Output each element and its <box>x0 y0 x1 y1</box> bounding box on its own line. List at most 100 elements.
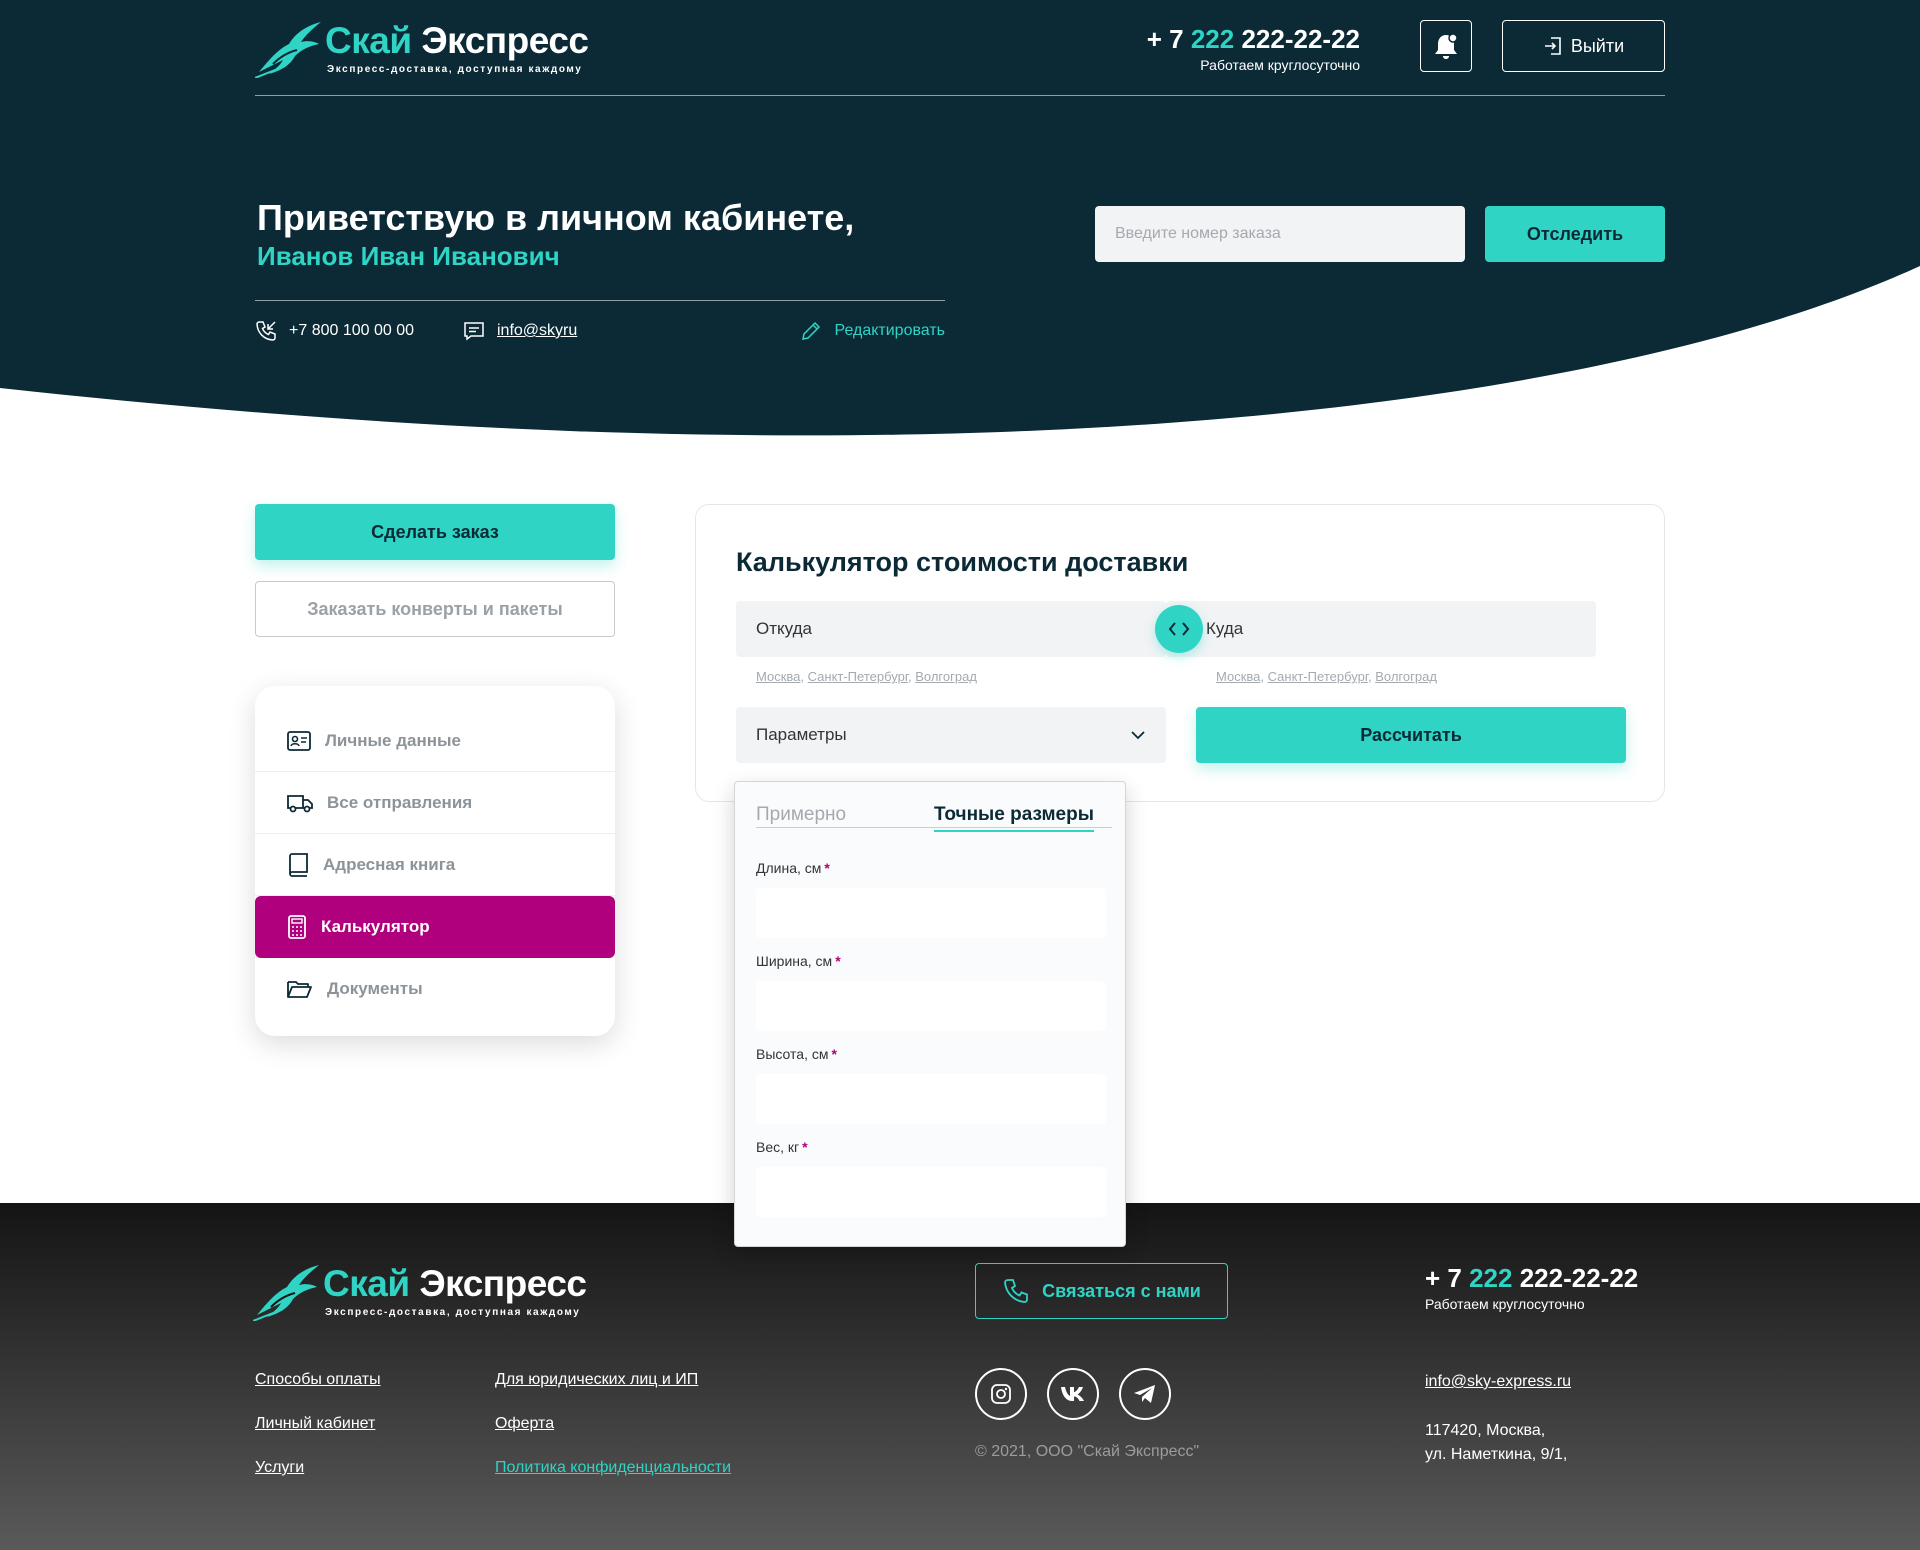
footer-link-privacy[interactable]: Политика конфиденциальности <box>495 1459 731 1477</box>
footer-link-services[interactable]: Услуги <box>255 1459 304 1477</box>
width-label: Ширина, см * <box>756 953 841 969</box>
header-phone[interactable]: + 7 222 222-22-22 Работаем круглосуточно <box>1147 24 1360 73</box>
phone-number: 222-22-22 <box>1512 1263 1639 1293</box>
folder-icon <box>287 981 312 998</box>
address-line-1: 117420, Москва, <box>1425 1422 1546 1439</box>
chevron-down-icon <box>1131 731 1145 740</box>
menu-item-label: Документы <box>327 979 423 998</box>
copyright: © 2021, ООО "Скай Экспресс" <box>975 1443 1200 1460</box>
menu-item-shipments[interactable]: Все отправления <box>255 772 615 834</box>
from-field[interactable]: Откуда <box>736 601 1166 657</box>
parameters-label: Параметры <box>756 725 847 744</box>
notifications-button[interactable] <box>1420 20 1472 72</box>
track-button[interactable]: Отследить <box>1485 206 1665 262</box>
logout-button[interactable]: Выйти <box>1502 20 1665 72</box>
phone-note: Работаем круглосуточно <box>1425 1296 1585 1312</box>
footer-link-payment[interactable]: Способы оплаты <box>255 1371 381 1389</box>
user-name: Иванов Иван Иванович <box>257 241 560 271</box>
city-hint-link[interactable]: Волгоград <box>1375 669 1437 684</box>
contact-us-label: Связаться с нами <box>1042 1280 1201 1301</box>
address-line-2: ул. Наметкина, 9/1, <box>1425 1446 1568 1463</box>
to-field[interactable]: Куда <box>1166 601 1596 657</box>
logout-label: Выйти <box>1570 35 1625 56</box>
pencil-icon <box>802 321 821 340</box>
size-tabs: Примерно Точные размеры <box>756 804 1112 832</box>
footer-link-account[interactable]: Личный кабинет <box>255 1415 375 1433</box>
phone-code: 222 <box>1190 24 1235 54</box>
tab-approximate[interactable]: Примерно <box>756 804 846 826</box>
instagram-link[interactable] <box>975 1368 1027 1420</box>
logo-name-part1: Скай <box>325 20 412 61</box>
phone-prefix: + 7 <box>1146 24 1191 54</box>
footer-phone[interactable]: + 7 222 222-22-22 Работаем круглосуточно <box>1425 1263 1638 1312</box>
phone-incoming-icon <box>256 321 276 341</box>
tab-exact-sizes[interactable]: Точные размеры <box>934 804 1094 832</box>
telegram-link[interactable] <box>1119 1368 1171 1420</box>
to-city-hints: Москва, Санкт-Петербург, Волгоград <box>1216 669 1437 684</box>
header-logo[interactable]: Скай Экспресс Экспресс-доставка, доступн… <box>255 18 595 78</box>
footer-address: 117420, Москва, ул. Наметкина, 9/1, <box>1425 1419 1567 1467</box>
menu-item-label: Калькулятор <box>321 917 430 936</box>
menu-item-label: Все отправления <box>327 792 473 812</box>
swap-cities-button[interactable] <box>1155 605 1203 653</box>
logo-name-part1: Скай <box>323 1263 410 1304</box>
weight-input[interactable] <box>756 1167 1106 1217</box>
logo-bird-icon <box>253 1265 319 1321</box>
calculator-title: Калькулятор стоимости доставки <box>736 547 1189 577</box>
book-icon <box>289 852 308 877</box>
height-label-text: Высота, см <box>756 1046 829 1062</box>
city-hint-link[interactable]: Москва <box>1216 669 1260 684</box>
order-number-input[interactable] <box>1095 206 1465 262</box>
site-header: Скай Экспресс Экспресс-доставка, доступн… <box>255 18 1665 96</box>
truck-icon <box>287 794 313 812</box>
logo-bird-icon <box>255 22 321 78</box>
user-email-text: info@skyru <box>497 322 578 339</box>
city-hint-link[interactable]: Волгоград <box>915 669 977 684</box>
footer-link-legal[interactable]: Для юридических лиц и ИП <box>495 1371 698 1389</box>
vk-link[interactable] <box>1047 1368 1099 1420</box>
account-menu: Личные данные Все отправления Адресная к… <box>255 686 615 1036</box>
calculate-button[interactable]: Рассчитать <box>1196 707 1626 763</box>
city-hint-link[interactable]: Санкт-Петербург <box>1268 669 1368 684</box>
from-placeholder: Откуда <box>756 619 812 638</box>
length-label-text: Длина, см <box>756 860 822 876</box>
required-mark: * <box>831 1046 837 1062</box>
menu-item-calculator[interactable]: Калькулятор <box>255 896 615 958</box>
contact-us-button[interactable]: Связаться с нами <box>975 1263 1228 1319</box>
greeting-block: Приветствую в личном кабинете, Иванов Ив… <box>257 197 854 272</box>
site-footer: Скай Экспресс Экспресс-доставка, доступн… <box>0 1203 1920 1550</box>
footer-link-offer[interactable]: Оферта <box>495 1415 554 1433</box>
telegram-icon <box>1134 1385 1155 1403</box>
menu-item-documents[interactable]: Документы <box>255 958 615 1020</box>
weight-label: Вес, кг * <box>756 1139 808 1155</box>
required-mark: * <box>802 1139 808 1155</box>
footer-email[interactable]: info@sky-express.ru <box>1425 1373 1571 1391</box>
swap-arrows-icon <box>1168 622 1190 636</box>
required-mark: * <box>835 953 841 969</box>
vk-icon <box>1061 1387 1084 1401</box>
width-input[interactable] <box>756 981 1106 1031</box>
height-input[interactable] <box>756 1074 1106 1124</box>
logo-tagline: Экспресс-доставка, доступная каждому <box>327 64 583 75</box>
menu-item-address-book[interactable]: Адресная книга <box>255 834 615 896</box>
login-arrow-icon <box>1544 37 1561 55</box>
edit-profile-link[interactable]: Редактировать <box>800 320 945 342</box>
user-phone-text: +7 800 100 00 00 <box>289 322 415 339</box>
hero-section: Скай Экспресс Экспресс-доставка, доступн… <box>0 0 1920 460</box>
menu-item-label: Личные данные <box>325 730 461 750</box>
bell-icon <box>1435 33 1458 59</box>
make-order-button[interactable]: Сделать заказ <box>255 504 615 560</box>
from-city-hints: Москва, Санкт-Петербург, Волгоград <box>756 669 977 684</box>
order-envelopes-button[interactable]: Заказать конверты и пакеты <box>255 581 615 637</box>
instagram-icon <box>991 1384 1011 1404</box>
menu-item-personal[interactable]: Личные данные <box>255 710 615 772</box>
edit-label: Редактировать <box>834 322 945 339</box>
user-email[interactable]: info@skyru <box>463 320 577 342</box>
footer-logo[interactable]: Скай Экспресс Экспресс-доставка, доступн… <box>253 1261 593 1321</box>
length-label: Длина, см * <box>756 860 830 876</box>
length-input[interactable] <box>756 888 1106 938</box>
parameters-dropdown[interactable]: Параметры <box>736 707 1166 763</box>
city-hint-link[interactable]: Санкт-Петербург <box>808 669 908 684</box>
city-hint-link[interactable]: Москва <box>756 669 800 684</box>
logo-name-part2: Экспресс <box>419 1263 587 1304</box>
